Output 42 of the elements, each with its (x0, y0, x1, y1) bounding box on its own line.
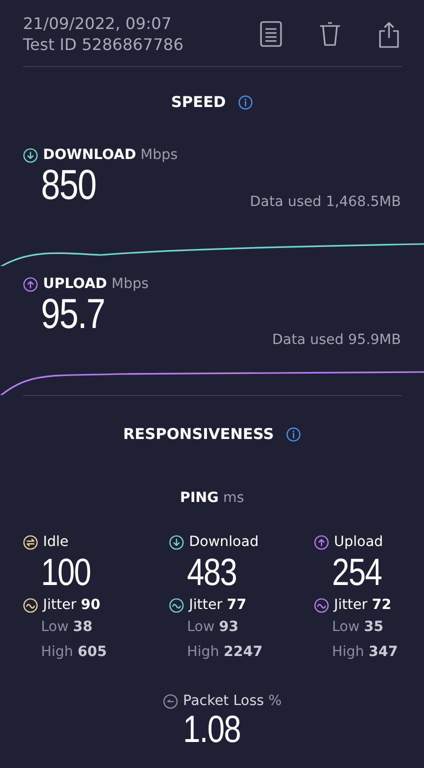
ping-label: Upload (334, 534, 384, 550)
ping-value: 100 (41, 552, 91, 595)
speed-value: 850 (41, 163, 96, 207)
details-button[interactable] (260, 21, 282, 47)
low-value: Low 93 (187, 618, 240, 637)
info-icon[interactable] (286, 426, 301, 442)
data-used: Data used 1,468.5MB (250, 194, 401, 210)
jitter-icon (314, 598, 329, 612)
download-icon (23, 148, 38, 162)
high-value: High 347 (332, 643, 399, 662)
ping-value: 254 (332, 552, 382, 595)
upload-icon (314, 534, 329, 550)
section-title: SPEED (171, 93, 226, 111)
speed-value: 95.7 (41, 292, 105, 336)
ping-label: Idle (43, 534, 69, 550)
jitter-value: Jitter 90 (43, 597, 100, 613)
high-value: High 2247 (187, 643, 264, 662)
upload-icon (23, 276, 38, 292)
idle-icon (23, 534, 38, 550)
info-icon[interactable] (238, 94, 253, 110)
jitter-icon (169, 598, 184, 612)
low-value: Low 35 (332, 618, 385, 637)
download-icon (169, 534, 184, 550)
high-value: High 605 (41, 643, 108, 662)
packet-loss-icon (163, 694, 178, 708)
data-used: Data used 95.9MB (272, 332, 401, 348)
jitter-icon (23, 598, 38, 612)
share-button[interactable] (378, 20, 400, 48)
test-label: UPLOAD Mbps (43, 276, 149, 292)
test-date: 21/09/2022, 09:07 (23, 14, 172, 33)
test-label: DOWNLOAD Mbps (43, 147, 178, 163)
low-value: Low 38 (41, 618, 94, 637)
section-title: RESPONSIVENESS (123, 425, 274, 443)
ping-heading: PING ms (178, 490, 246, 508)
ping-value: 483 (187, 552, 237, 595)
ping-label: Download (189, 534, 259, 550)
packet-loss-label: Packet Loss % (183, 693, 282, 709)
jitter-value: Jitter 77 (189, 597, 246, 613)
packet-loss-value: 1.08 (183, 709, 240, 751)
test-id: Test ID 5286867786 (23, 35, 185, 54)
delete-button[interactable] (319, 21, 341, 47)
jitter-value: Jitter 72 (334, 597, 392, 613)
